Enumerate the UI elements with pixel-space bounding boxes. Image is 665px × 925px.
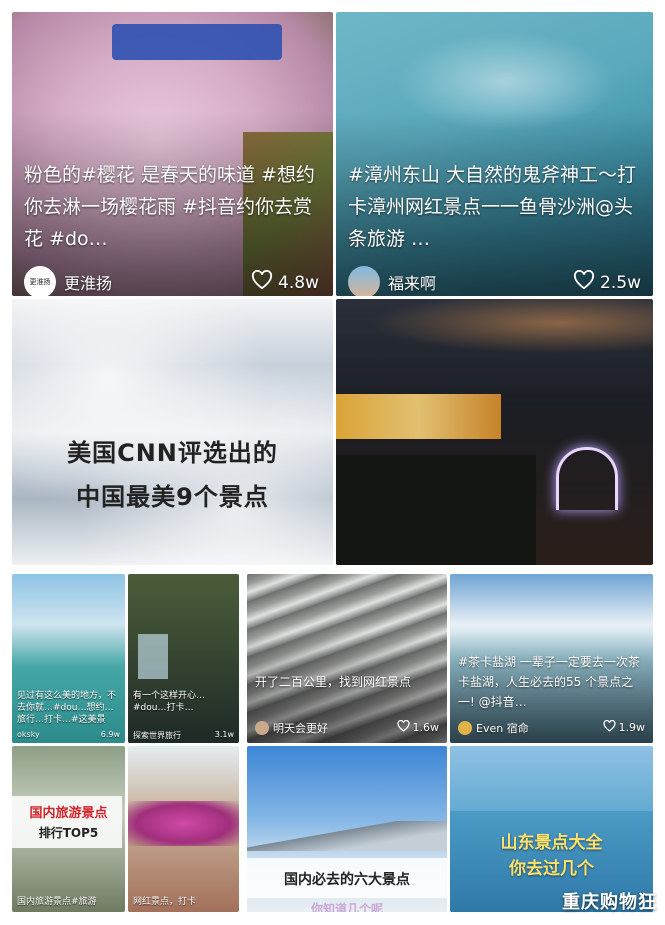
- video-caption: 粉色的#樱花 是春天的味道 #想约你去淋一场樱花雨 #抖音约你去赏花 #do…: [24, 164, 315, 250]
- overlay-subtitle: 你知道几个呢: [310, 902, 383, 912]
- like-count[interactable]: 2.5w: [573, 269, 641, 295]
- video-caption: 网红景点，打卡: [133, 897, 197, 907]
- city-lights-image: [336, 299, 653, 359]
- author-info[interactable]: 福来啊: [348, 266, 436, 296]
- overlay-title: 国内必去的六大景点: [284, 872, 410, 888]
- overlay-title-line2: 你去过几个: [509, 859, 594, 879]
- bougainvillea-image: [128, 801, 239, 846]
- cloud-sea-image: [12, 299, 333, 565]
- dark-trees-image: [336, 455, 536, 565]
- overlay-title-line2: 中国最美9个景点: [76, 483, 269, 511]
- video-caption: #漳州东山 大自然的鬼斧神工～打卡漳州网红景点一一鱼骨沙洲@头条旅游 …: [348, 164, 636, 250]
- overlay-title: 国内旅游景点: [29, 806, 108, 821]
- heart-outline-icon: [602, 719, 616, 735]
- video-caption: 国内旅游景点#旅游: [17, 897, 97, 907]
- author-name: 福来啊: [388, 274, 437, 293]
- like-count[interactable]: 1.6w: [396, 719, 439, 735]
- author-info[interactable]: 明天会更好: [255, 720, 328, 736]
- like-count[interactable]: 6.9w: [101, 730, 120, 739]
- overlay-title-line1: 山东景点大全: [500, 833, 603, 853]
- like-count[interactable]: 1.9w: [602, 719, 645, 735]
- waterfall-image: [138, 634, 168, 679]
- heart-outline-icon: [396, 719, 410, 735]
- video-caption: 见过有这么美的地方，不去你就…#dou…想约…旅行…打卡…#这美景: [17, 691, 117, 725]
- video-card-small-lake[interactable]: 见过有这么美的地方，不去你就…#dou…想约…旅行…打卡…#这美景 oksky …: [12, 574, 125, 743]
- video-caption: 开了二百公里，找到网红景点: [255, 675, 412, 689]
- video-card-cherry-blossom[interactable]: 粉色的#樱花 是春天的味道 #想约你去淋一场樱花雨 #抖音约你去赏花 #do… …: [12, 12, 333, 296]
- video-card-six-spots[interactable]: 国内必去的六大景点 你知道几个呢: [247, 746, 447, 912]
- lit-temple-image: [336, 394, 501, 439]
- video-caption: 有一个这样开心…#dou…打卡…: [133, 691, 206, 713]
- author-avatar[interactable]: [255, 721, 269, 735]
- mountain-image: [247, 821, 447, 851]
- heart-outline-icon: [251, 269, 273, 295]
- author-avatar[interactable]: [458, 721, 472, 735]
- author-avatar[interactable]: 更淮扬: [24, 266, 56, 296]
- author-name: 明天会更好: [273, 722, 328, 735]
- video-card-cnn-clouds[interactable]: 美国CNN评选出的 中国最美9个景点: [12, 299, 333, 565]
- video-card-small-night-waterfall[interactable]: 有一个这样开心…#dou…打卡… 探索世界旅行 3.1w: [128, 574, 239, 743]
- lit-arch-image: [556, 447, 618, 510]
- heart-outline-icon: [573, 269, 595, 295]
- author-name: 更淮扬: [64, 274, 113, 293]
- author-name: Even 宿命: [476, 722, 529, 735]
- video-card-chaka-salt-lake[interactable]: #茶卡盐湖 一辈子一定要去一次茶卡盐湖，人生必去的55 个景点之一! @抖音… …: [450, 574, 653, 743]
- video-card-terraces[interactable]: 开了二百公里，找到网红景点 明天会更好 1.6w: [247, 574, 447, 743]
- video-card-zhangzhou[interactable]: #漳州东山 大自然的鬼斧神工～打卡漳州网红景点一一鱼骨沙洲@头条旅游 … 福来啊…: [336, 12, 653, 296]
- blue-pavilion-image: [112, 24, 282, 60]
- like-count[interactable]: 4.8w: [251, 269, 319, 295]
- author-info[interactable]: 更淮扬 更淮扬: [24, 266, 112, 296]
- author-name: 探索世界旅行: [133, 731, 181, 740]
- author-name: oksky: [17, 730, 40, 739]
- video-caption: #茶卡盐湖 一辈子一定要去一次茶卡盐湖，人生必去的55 个景点之一! @抖音…: [458, 655, 640, 709]
- video-card-small-stone-tower[interactable]: 网红景点，打卡: [128, 746, 239, 912]
- like-count[interactable]: 3.1w: [215, 730, 234, 739]
- overlay-subtitle: 排行TOP5: [38, 826, 99, 840]
- video-card-small-rank[interactable]: 国内旅游景点 排行TOP5 国内旅游景点#旅游: [12, 746, 125, 912]
- author-info[interactable]: Even 宿命: [458, 720, 529, 736]
- author-avatar[interactable]: [348, 266, 380, 296]
- watermark: 重庆购物狂: [562, 892, 657, 913]
- video-card-night-city[interactable]: [336, 299, 653, 565]
- overlay-title-line1: 美国CNN评选出的: [67, 439, 278, 467]
